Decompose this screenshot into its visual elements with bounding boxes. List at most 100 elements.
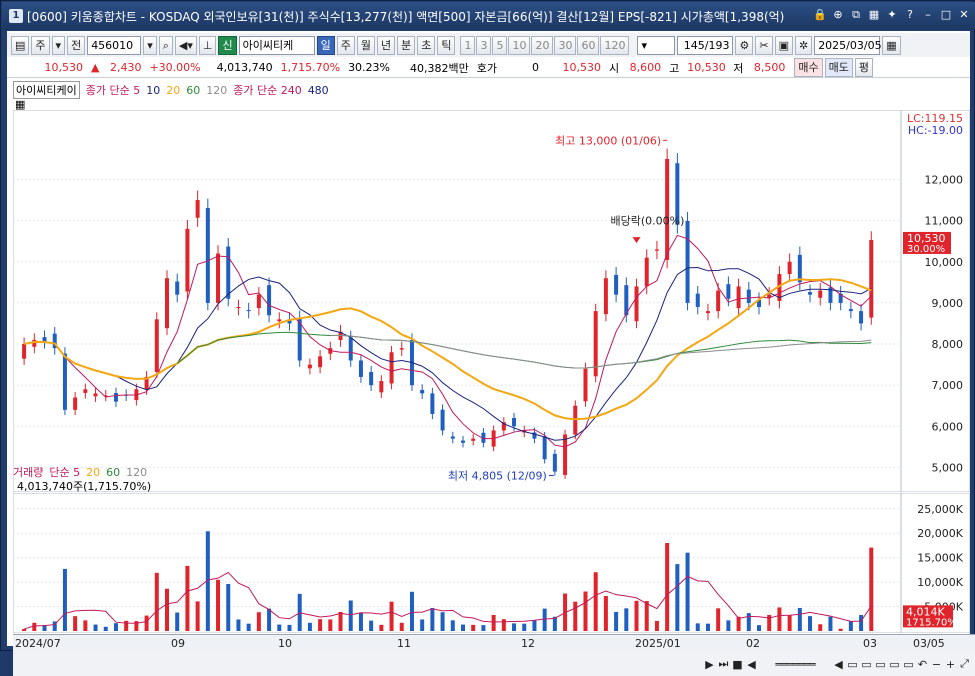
volume-bar: [267, 608, 272, 631]
period-dropdown-icon[interactable]: ▾: [51, 35, 66, 55]
volume-bar: [481, 625, 486, 631]
view-icon-1[interactable]: ▭: [847, 658, 858, 671]
tool-icon[interactable]: ✦: [885, 8, 899, 22]
legend-ma-label[interactable]: 종가 단순 5: [86, 82, 140, 98]
interval-10[interactable]: 10: [508, 35, 531, 55]
volume-bar: [716, 608, 721, 631]
interval-5[interactable]: 5: [492, 35, 508, 55]
shin-badge[interactable]: 신: [218, 35, 237, 55]
pin-icon[interactable]: ⊥: [198, 35, 217, 55]
open-label: 시: [609, 61, 620, 75]
legend-ma2-label[interactable]: 종가 단순 240: [233, 82, 301, 98]
candle-body: [256, 294, 261, 309]
help-icon[interactable]: ?: [903, 8, 917, 22]
legend-ma60[interactable]: 60: [186, 84, 200, 97]
view-icon-5[interactable]: ▭: [903, 658, 914, 671]
tab-6[interactable]: 틱: [437, 35, 456, 55]
period-select[interactable]: 주: [31, 35, 50, 55]
prev-button[interactable]: 전: [67, 35, 86, 55]
stop-icon[interactable]: ■: [732, 658, 743, 671]
volume-pct: 1,715.70%: [280, 61, 341, 74]
date-input[interactable]: 2025/03/05: [814, 35, 882, 55]
interval-1[interactable]: 1: [460, 35, 476, 55]
interval-30[interactable]: 30: [554, 35, 577, 55]
avg-button[interactable]: 평: [854, 58, 873, 77]
minimize-icon[interactable]: –: [921, 8, 935, 22]
legend-ma120[interactable]: 120: [206, 84, 227, 97]
volume-bar: [808, 616, 813, 631]
scroll-right-icon[interactable]: ▶: [704, 658, 715, 671]
legend-ma480[interactable]: 480: [308, 84, 329, 97]
zoom-handle-icon[interactable]: ◀: [833, 658, 844, 671]
count-field[interactable]: 145/193: [677, 35, 734, 55]
view-icon-3[interactable]: ▭: [875, 658, 886, 671]
volume-bar: [185, 565, 190, 631]
speaker-icon[interactable]: ◀▾: [174, 35, 197, 55]
code-input[interactable]: 456010: [87, 35, 142, 55]
settings-icon[interactable]: ✲: [794, 35, 813, 55]
search-icon[interactable]: ⌕: [158, 35, 173, 55]
interval-20[interactable]: 20: [531, 35, 554, 55]
volume-chart[interactable]: 25,000K20,000K15,000K10,000K5,000K4,014K…: [13, 493, 970, 633]
legend-ma10[interactable]: 10: [146, 84, 160, 97]
scroll-left-icon[interactable]: ◀: [746, 658, 757, 671]
volume-bar: [369, 620, 374, 631]
volume-bar: [246, 623, 251, 631]
vol-legend-120[interactable]: 120: [126, 466, 147, 479]
minus-icon[interactable]: −: [931, 658, 942, 671]
tab-5[interactable]: 초: [417, 35, 436, 55]
interval-60[interactable]: 60: [577, 35, 600, 55]
candle-body: [583, 368, 588, 402]
config-icon[interactable]: ⚙: [735, 35, 754, 55]
bid: 10,530: [562, 61, 602, 74]
tab-4[interactable]: 분: [397, 35, 416, 55]
buy-button[interactable]: 매수: [794, 58, 823, 77]
hoga-value: 0: [532, 61, 539, 74]
volume-bar: [420, 619, 425, 631]
interval-3[interactable]: 3: [476, 35, 492, 55]
close-icon[interactable]: ✕: [957, 8, 971, 22]
price-chart[interactable]: 12,000 11,000 10,000 9,000 8,000 7,000 6,000 5,…: [13, 110, 970, 492]
vol-legend-20[interactable]: 20: [86, 466, 100, 479]
save-icon[interactable]: ▣: [774, 35, 793, 55]
volume-bar: [32, 622, 37, 631]
price-tick-label: 7,000: [932, 379, 964, 392]
expand-icon[interactable]: ⤢: [959, 657, 970, 671]
volume-bar: [318, 619, 323, 631]
tab-2[interactable]: 월: [356, 35, 375, 55]
interval-120[interactable]: 120: [600, 35, 630, 55]
legend-ma20[interactable]: 20: [166, 84, 180, 97]
vol-legend-60[interactable]: 60: [106, 466, 120, 479]
calendar-icon[interactable]: ▦: [882, 35, 901, 55]
candle-body: [818, 290, 823, 298]
legend-stock-name[interactable]: 아이씨티케이: [13, 81, 80, 99]
maximize-icon[interactable]: □: [939, 8, 953, 22]
view-icon-4[interactable]: ▭: [889, 658, 900, 671]
view-icon-2[interactable]: ▭: [861, 658, 872, 671]
price-plot-area: [13, 110, 902, 492]
tab-1[interactable]: 주: [336, 35, 355, 55]
range-select[interactable]: ▾: [637, 35, 676, 55]
candle-body: [195, 200, 200, 218]
grid-icon[interactable]: ▦: [867, 8, 881, 22]
code-dropdown-icon[interactable]: ▾: [143, 35, 157, 55]
tab-3[interactable]: 년: [376, 35, 396, 55]
restore-icon[interactable]: ⧉: [849, 8, 863, 22]
zoom-slider[interactable]: ═══════: [760, 658, 830, 671]
tab-0[interactable]: 일: [316, 35, 335, 55]
menu-icon[interactable]: ▤: [11, 35, 30, 55]
link-icon[interactable]: ⊕: [831, 8, 845, 22]
sell-button[interactable]: 매도: [824, 58, 853, 77]
plus-icon[interactable]: +: [945, 658, 956, 671]
candle-body: [461, 440, 465, 443]
scroll-end-icon[interactable]: ⏭: [718, 657, 729, 671]
lock-icon[interactable]: 🔒: [813, 8, 827, 22]
up-icon: ▲: [91, 61, 100, 74]
tools-icon[interactable]: ✂: [755, 35, 773, 55]
volume-bar: [685, 552, 690, 631]
candle-body: [665, 158, 670, 261]
low: 8,500: [753, 61, 786, 74]
scroll-arrow-icon[interactable]: ↶: [917, 658, 928, 671]
x-axis-label: 02: [746, 637, 760, 650]
candle-body: [471, 438, 476, 441]
